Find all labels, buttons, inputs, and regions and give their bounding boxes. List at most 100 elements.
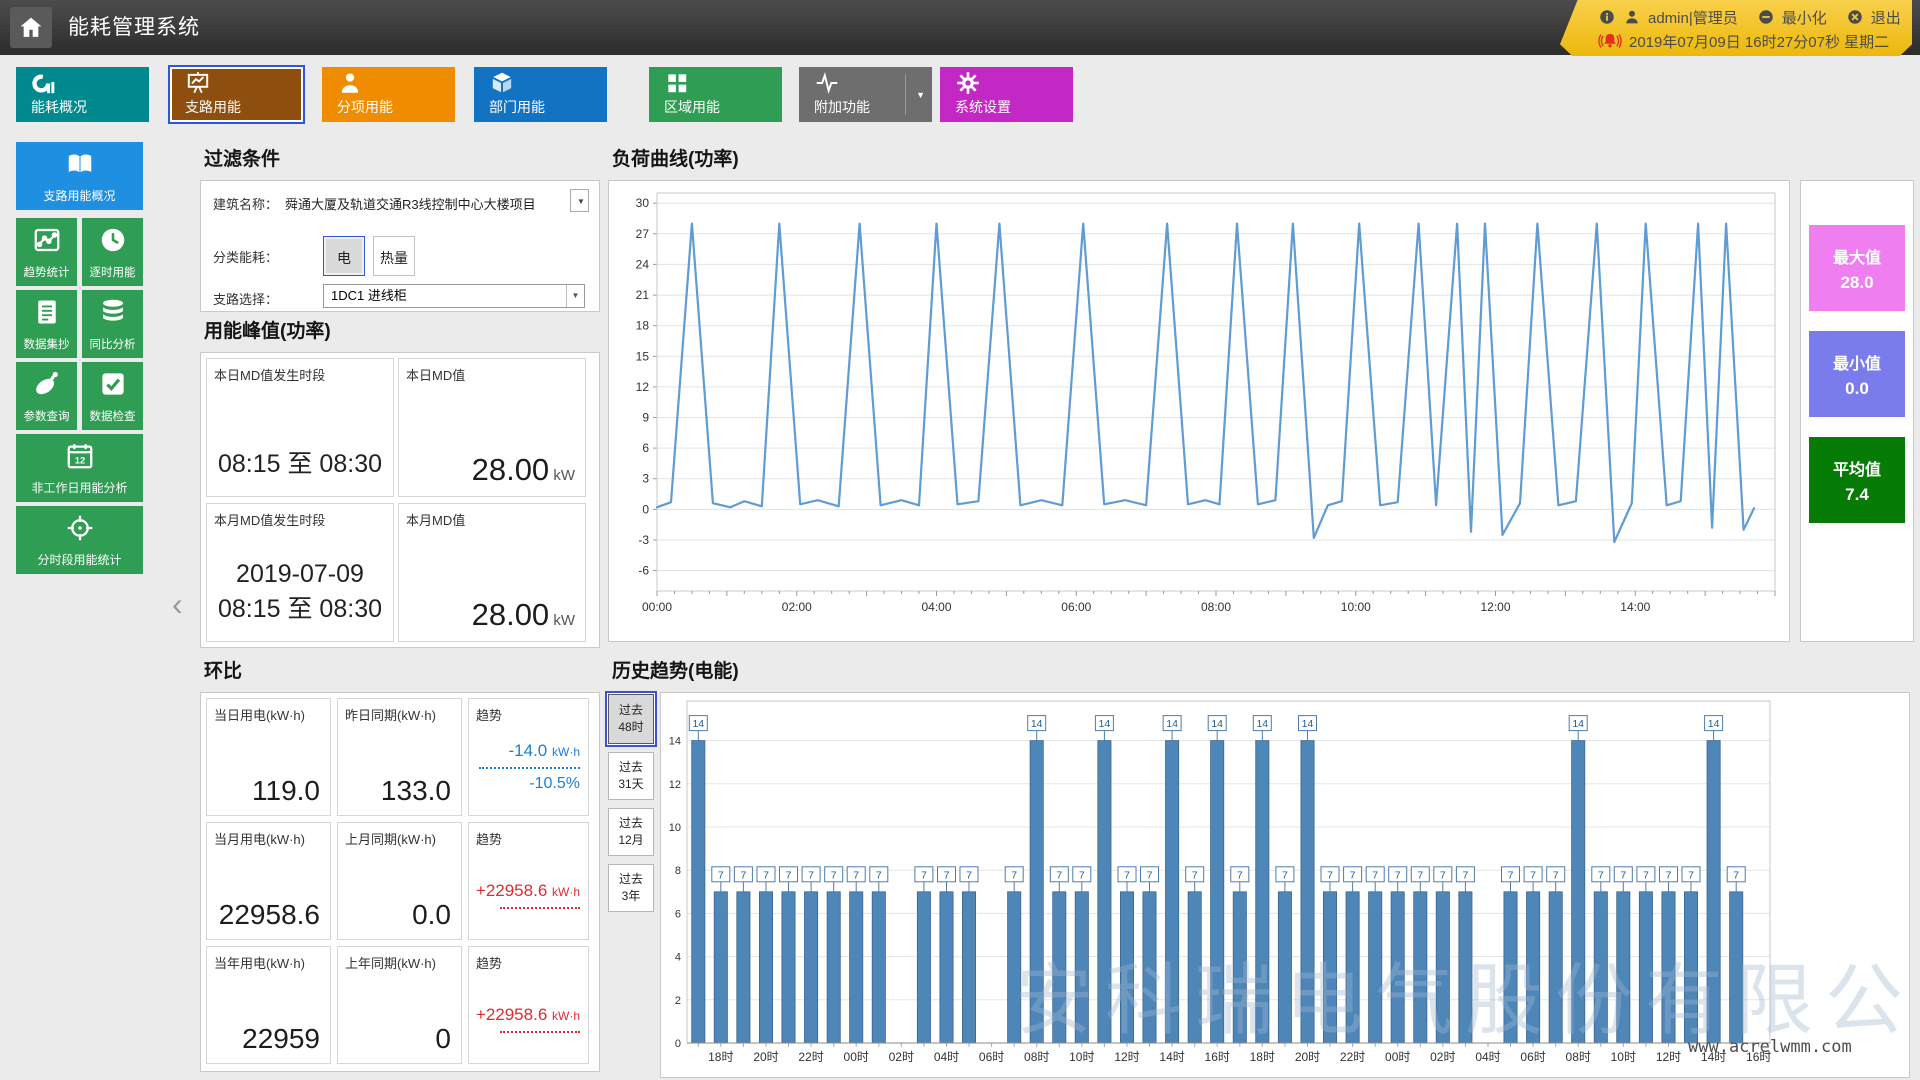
sidebar-item-支路用能概况[interactable]: 支路用能概况 [16, 142, 143, 210]
sidebar-item-label: 逐时用能 [89, 267, 136, 279]
period-button-过去12月[interactable]: 过去 12月 [608, 808, 654, 856]
svg-text:22时: 22时 [798, 1050, 823, 1064]
svg-text:14: 14 [1302, 718, 1314, 730]
svg-text:00时: 00时 [844, 1050, 869, 1064]
card-label: 本月MD值发生时段 [214, 513, 326, 528]
svg-text:06:00: 06:00 [1061, 600, 1091, 614]
sidebar-collapse-arrow[interactable]: ‹ [172, 588, 183, 620]
nav-tab-附加功能[interactable]: 附加功能 ▼ [799, 67, 932, 122]
branch-label: 支路选择： [213, 292, 279, 307]
dotted-divider [500, 1031, 580, 1033]
energy-option-电[interactable]: 电 [323, 236, 365, 276]
energy-type-label: 分类能耗： [213, 250, 279, 265]
load-stats-panel: 最大值 28.0 最小值 0.0 平均值 7.4 [1800, 180, 1914, 642]
trend-percent: -10.5% [529, 775, 580, 792]
dotted-divider [479, 767, 580, 769]
calendar-icon: 12 [16, 441, 143, 471]
branch-select[interactable]: 1DC1 进线柜 ▼ [323, 284, 585, 308]
stat-平均值: 平均值 7.4 [1809, 437, 1905, 523]
nav-tab-系统设置[interactable]: 系统设置 [940, 67, 1073, 122]
sidebar-item-label: 数据检查 [89, 411, 136, 423]
svg-text:9: 9 [642, 411, 649, 425]
chevron-down-icon[interactable]: ▼ [566, 285, 584, 307]
filter-title: 过滤条件 [204, 149, 281, 170]
card-value: 08:15 至 08:30 [217, 450, 382, 478]
sidebar-item-数据集抄[interactable]: 数据集抄 [16, 290, 77, 358]
target-icon [16, 513, 143, 543]
svg-text:7: 7 [1462, 869, 1468, 881]
sidebar-item-同比分析[interactable]: 同比分析 [82, 290, 143, 358]
building-dropdown-button[interactable]: ▼ [570, 189, 589, 212]
period-button-过去3年[interactable]: 过去 3年 [608, 864, 654, 912]
svg-text:14: 14 [1708, 718, 1720, 730]
chart-board-icon [185, 70, 211, 96]
home-button[interactable] [10, 7, 52, 48]
minimize-label[interactable]: 最小化 [1782, 7, 1827, 28]
exit-label[interactable]: 退出 [1871, 7, 1901, 28]
sidebar-item-逐时用能[interactable]: 逐时用能 [82, 218, 143, 286]
person-icon [337, 70, 363, 96]
svg-text:02:00: 02:00 [782, 600, 812, 614]
period-button-过去48时[interactable]: 过去 48时 [608, 694, 654, 744]
svg-text:14:00: 14:00 [1620, 600, 1650, 614]
svg-text:10时: 10时 [1069, 1050, 1094, 1064]
svg-text:7: 7 [944, 869, 950, 881]
svg-text:04:00: 04:00 [921, 600, 951, 614]
nav-tab-label: 能耗概况 [31, 99, 87, 115]
info-icon[interactable] [1598, 8, 1616, 26]
energy-option-热量[interactable]: 热量 [373, 236, 415, 276]
card-label: 上月同期(kW·h) [345, 832, 436, 847]
svg-text:7: 7 [763, 869, 769, 881]
nav-tab-支路用能[interactable]: 支路用能 [168, 65, 305, 124]
card-value: 0.0 [412, 899, 451, 930]
svg-text:7: 7 [1440, 869, 1446, 881]
nav-tab-label: 支路用能 [185, 99, 241, 115]
svg-text:14: 14 [692, 718, 704, 730]
energy-management-dashboard: 能耗管理系统 admin|管理员 最小化 退出 2019年07月09日 16时2… [0, 0, 1920, 1080]
app-title: 能耗管理系统 [68, 16, 200, 39]
svg-text:14: 14 [1211, 718, 1223, 730]
alarm-icon[interactable] [1598, 30, 1622, 52]
svg-text:7: 7 [1417, 869, 1423, 881]
close-icon[interactable] [1846, 8, 1864, 26]
branch-select-value: 1DC1 进线柜 [331, 288, 407, 303]
card-label: 趋势 [476, 708, 503, 723]
svg-text:06时: 06时 [979, 1050, 1004, 1064]
divider [905, 74, 906, 115]
svg-text:7: 7 [831, 869, 837, 881]
svg-text:18时: 18时 [708, 1050, 733, 1064]
sidebar-item-趋势统计[interactable]: 趋势统计 [16, 218, 77, 286]
svg-text:7: 7 [1372, 869, 1378, 881]
svg-text:16时: 16时 [1205, 1050, 1230, 1064]
svg-text:6: 6 [642, 441, 649, 455]
nav-tab-能耗概况[interactable]: 能耗概况 [16, 67, 149, 122]
sidebar-item-label: 非工作日用能分析 [31, 481, 128, 495]
nav-tab-部门用能[interactable]: 部门用能 [474, 67, 607, 122]
svg-text:14: 14 [1099, 718, 1111, 730]
metric-card: 昨日同期(kW·h) 133.0 [337, 698, 462, 816]
nav-tab-区域用能[interactable]: 区域用能 [649, 67, 782, 122]
sidebar-item-分时段用能统计[interactable]: 分时段用能统计 [16, 506, 143, 574]
trend-value: +22958.6 kW·h [475, 1005, 580, 1024]
svg-text:06时: 06时 [1520, 1050, 1545, 1064]
sidebar-item-数据检查[interactable]: 数据检查 [82, 362, 143, 430]
chevron-down-icon[interactable]: ▼ [916, 90, 925, 100]
peak-card-本日MD值: 本日MD值 28.00 kW [398, 358, 586, 497]
period-button-过去31天[interactable]: 过去 31天 [608, 752, 654, 800]
sidebar-item-非工作日用能分析[interactable]: 12 非工作日用能分析 [16, 434, 143, 502]
svg-text:14: 14 [1256, 718, 1268, 730]
svg-text:21: 21 [636, 288, 650, 302]
minimize-icon[interactable] [1757, 8, 1775, 26]
sidebar-item-参数查询[interactable]: 参数查询 [16, 362, 77, 430]
nav-tab-分项用能[interactable]: 分项用能 [322, 67, 455, 122]
report-icon [16, 297, 77, 327]
metric-card: 当日用电(kW·h) 119.0 [206, 698, 331, 816]
svg-text:2: 2 [675, 995, 681, 1007]
stat-label: 最大值 [1832, 249, 1881, 267]
card-value: 28.00 kW [471, 597, 575, 632]
ring-panel: 当日用电(kW·h) 119.0 昨日同期(kW·h) 133.0 趋势 -14.0 kW… [200, 692, 600, 1072]
svg-text:7: 7 [786, 869, 792, 881]
svg-text:12: 12 [669, 779, 681, 791]
card-unit: kW [549, 467, 575, 484]
svg-text:7: 7 [1395, 869, 1401, 881]
